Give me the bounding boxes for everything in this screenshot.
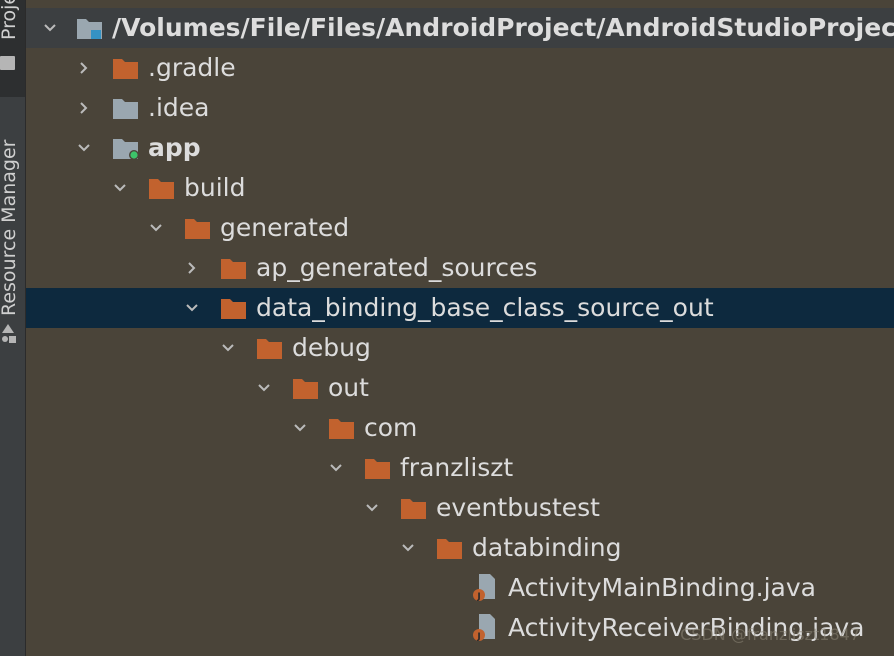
chevron-down-icon[interactable]: [114, 182, 126, 194]
chevron-down-icon[interactable]: [330, 462, 342, 474]
tree-item-activity-main-binding[interactable]: J ActivityMainBinding.java: [26, 568, 894, 608]
tree-item-label: data_binding_base_class_source_out: [256, 293, 714, 322]
java-file-icon: J: [473, 614, 495, 642]
folder-icon: [365, 459, 390, 479]
tree-item-label: eventbustest: [436, 493, 600, 522]
tree-item-ap-generated-sources[interactable]: ap_generated_sources: [26, 248, 894, 288]
folder-icon: [221, 259, 246, 279]
chevron-down-icon[interactable]: [258, 382, 270, 394]
tree-item-idea[interactable]: .idea: [26, 88, 894, 128]
tree-item-label: ActivityMainBinding.java: [508, 573, 816, 602]
tree-item-label: franzliszt: [400, 453, 514, 482]
root-path-label: /Volumes/File/Files/AndroidProject/Andro…: [112, 13, 894, 42]
chevron-right-icon[interactable]: [78, 62, 90, 74]
chevron-down-icon[interactable]: [186, 302, 198, 314]
folder-icon: [401, 499, 426, 519]
project-tool-tab[interactable]: Proje: [0, 0, 25, 97]
folder-icon: [221, 299, 246, 319]
chevron-down-icon[interactable]: [44, 22, 56, 34]
tree-item-generated[interactable]: generated: [26, 208, 894, 248]
svg-text:J: J: [476, 592, 480, 602]
tree-item-label: databinding: [472, 533, 622, 562]
tree-item-build[interactable]: build: [26, 168, 894, 208]
tree-item-out[interactable]: out: [26, 368, 894, 408]
tree-item-label: debug: [292, 333, 371, 362]
project-folder-icon: [77, 19, 102, 39]
folder-icon: [437, 539, 462, 559]
chevron-right-icon[interactable]: [186, 262, 198, 274]
tree-item-label: out: [328, 373, 369, 402]
chevron-down-icon[interactable]: [294, 422, 306, 434]
tree-item-label: .idea: [148, 93, 210, 122]
folder-icon: [113, 99, 138, 119]
module-folder-icon: [113, 139, 139, 160]
tree-item-label: generated: [220, 213, 350, 242]
tree-item-com[interactable]: com: [26, 408, 894, 448]
project-tab-label: Proje: [0, 0, 20, 40]
tree-item-label: build: [184, 173, 246, 202]
tree-item-eventbustest[interactable]: eventbustest: [26, 488, 894, 528]
folder-icon: [293, 379, 318, 399]
tree-item-data-binding-base-class-source-out[interactable]: data_binding_base_class_source_out: [26, 288, 894, 328]
chevron-down-icon[interactable]: [150, 222, 162, 234]
watermark: CSDN @franzliszt1847: [680, 625, 860, 644]
folder-icon: [329, 419, 354, 439]
chevron-down-icon[interactable]: [366, 502, 378, 514]
chevron-down-icon[interactable]: [402, 542, 414, 554]
project-tree: /Volumes/File/Files/AndroidProject/Andro…: [26, 0, 894, 656]
resource-manager-tab[interactable]: Resource Manager: [0, 140, 20, 316]
folder-icon: [149, 179, 174, 199]
resource-manager-icon: [2, 324, 16, 343]
folder-icon: [0, 56, 15, 70]
folder-icon: [257, 339, 282, 359]
java-file-icon: J: [473, 574, 495, 602]
chevron-right-icon[interactable]: [78, 102, 90, 114]
tree-item-app[interactable]: app: [26, 128, 894, 168]
tree-root-row[interactable]: /Volumes/File/Files/AndroidProject/Andro…: [26, 8, 894, 48]
folder-icon: [113, 59, 138, 79]
chevron-down-icon[interactable]: [222, 342, 234, 354]
tree-item-label: com: [364, 413, 418, 442]
tree-item-label: app: [148, 133, 201, 162]
chevron-down-icon[interactable]: [78, 142, 90, 154]
tree-item-franzliszt[interactable]: franzliszt: [26, 448, 894, 488]
tree-item-databinding[interactable]: databinding: [26, 528, 894, 568]
tree-item-label: ap_generated_sources: [256, 253, 538, 282]
tool-window-strip: Proje Resource Manager: [0, 0, 26, 656]
tree-item-gradle[interactable]: .gradle: [26, 48, 894, 88]
tree-item-debug[interactable]: debug: [26, 328, 894, 368]
tree-item-label: .gradle: [148, 53, 236, 82]
folder-icon: [185, 219, 210, 239]
svg-text:J: J: [476, 632, 480, 642]
